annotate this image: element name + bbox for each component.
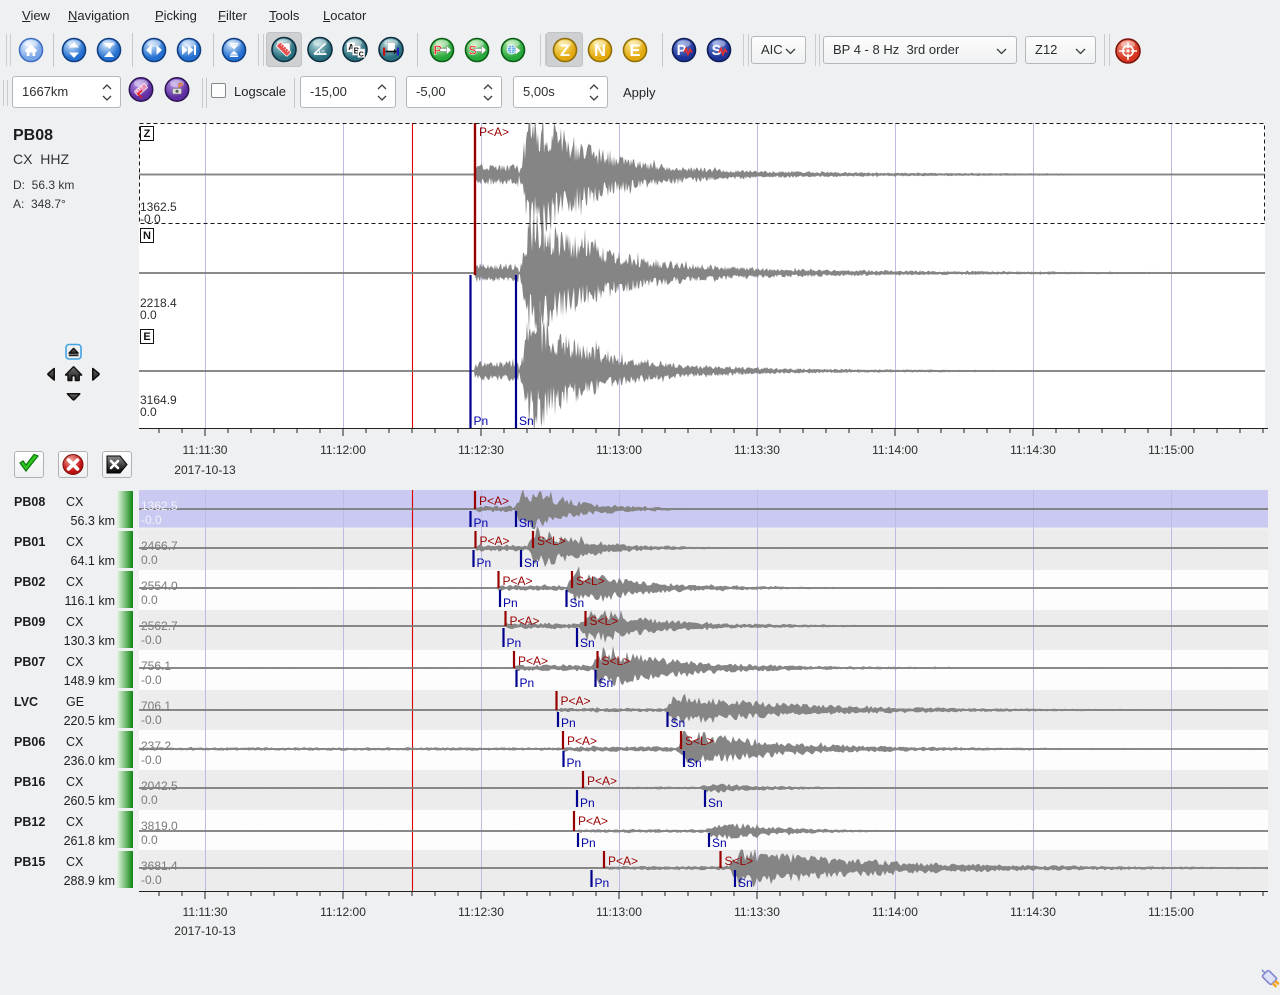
svg-text:P<A>: P<A> [518, 654, 548, 668]
svg-text:P<A>: P<A> [480, 534, 510, 548]
svg-text:Z: Z [560, 42, 570, 60]
svg-text:S<L>: S<L> [576, 574, 605, 588]
svg-text:-0.0: -0.0 [141, 633, 162, 647]
svg-text:Pn: Pn [503, 596, 518, 610]
svg-text:S<L>: S<L> [537, 534, 566, 548]
svg-text:S<L>: S<L> [602, 654, 631, 668]
svg-text:-0.0: -0.0 [141, 713, 162, 727]
svg-text:Sn: Sn [599, 676, 614, 690]
svg-text:3819.0: 3819.0 [141, 819, 178, 833]
svg-text:Pn: Pn [595, 876, 610, 890]
svg-text:Pn: Pn [581, 836, 596, 850]
svg-text:0.0: 0.0 [141, 793, 158, 807]
svg-text:Sn: Sn [570, 596, 585, 610]
svg-text:Sn: Sn [738, 876, 753, 890]
svg-text:2466.7: 2466.7 [141, 539, 178, 553]
svg-text:P<A>: P<A> [503, 574, 533, 588]
svg-text:P: P [178, 81, 183, 90]
svg-text:C: C [359, 51, 364, 58]
svg-text:2562.7: 2562.7 [141, 619, 178, 633]
svg-text:237.2: 237.2 [141, 739, 171, 753]
svg-text:Pn: Pn [561, 716, 576, 730]
svg-text:P<A>: P<A> [479, 125, 509, 139]
svg-text:S<L>: S<L> [685, 734, 714, 748]
svg-text:0.0: 0.0 [141, 833, 158, 847]
svg-text:Sn: Sn [580, 636, 595, 650]
svg-text:-0.0: -0.0 [141, 673, 162, 687]
svg-text:Pn: Pn [507, 636, 522, 650]
svg-text:2042.5: 2042.5 [141, 779, 178, 793]
svg-text:Sn: Sn [712, 836, 727, 850]
svg-text:Sn: Sn [524, 556, 539, 570]
svg-text:E: E [629, 42, 640, 60]
svg-text:P<A>: P<A> [479, 494, 509, 508]
svg-text:Sn: Sn [708, 796, 723, 810]
svg-text:Pn: Pn [477, 556, 492, 570]
svg-text:P<A>: P<A> [587, 774, 617, 788]
svg-text:P<A>: P<A> [510, 614, 540, 628]
svg-text:P<A>: P<A> [608, 854, 638, 868]
svg-text:Pn: Pn [567, 756, 582, 770]
svg-text:756.1: 756.1 [141, 659, 171, 673]
svg-text:Pn: Pn [520, 676, 535, 690]
svg-text:S<L>: S<L> [725, 854, 754, 868]
svg-text:1362.5: 1362.5 [141, 499, 178, 513]
svg-text:-0.0: -0.0 [141, 513, 162, 527]
svg-text:Sn: Sn [671, 716, 686, 730]
svg-text:706.1: 706.1 [141, 699, 171, 713]
svg-text:N: N [594, 42, 606, 60]
svg-text:P<A>: P<A> [567, 734, 597, 748]
svg-text:Sn: Sn [519, 516, 534, 530]
svg-text:S<L>: S<L> [590, 614, 619, 628]
svg-text:3681.4: 3681.4 [141, 859, 178, 873]
svg-text:0.0: 0.0 [141, 593, 158, 607]
svg-text:45: 45 [321, 50, 325, 54]
svg-text:Pn: Pn [580, 796, 595, 810]
svg-text:-0.0: -0.0 [141, 873, 162, 887]
svg-text:0.0: 0.0 [141, 553, 158, 567]
svg-text:Pn: Pn [474, 414, 489, 428]
svg-text:Sn: Sn [519, 414, 534, 428]
svg-text:Sn: Sn [687, 756, 702, 770]
svg-text:2554.0: 2554.0 [141, 579, 178, 593]
svg-text:P<A>: P<A> [578, 814, 608, 828]
svg-text:Pn: Pn [474, 516, 489, 530]
svg-text:-0.0: -0.0 [141, 753, 162, 767]
svg-text:P<A>: P<A> [561, 694, 591, 708]
